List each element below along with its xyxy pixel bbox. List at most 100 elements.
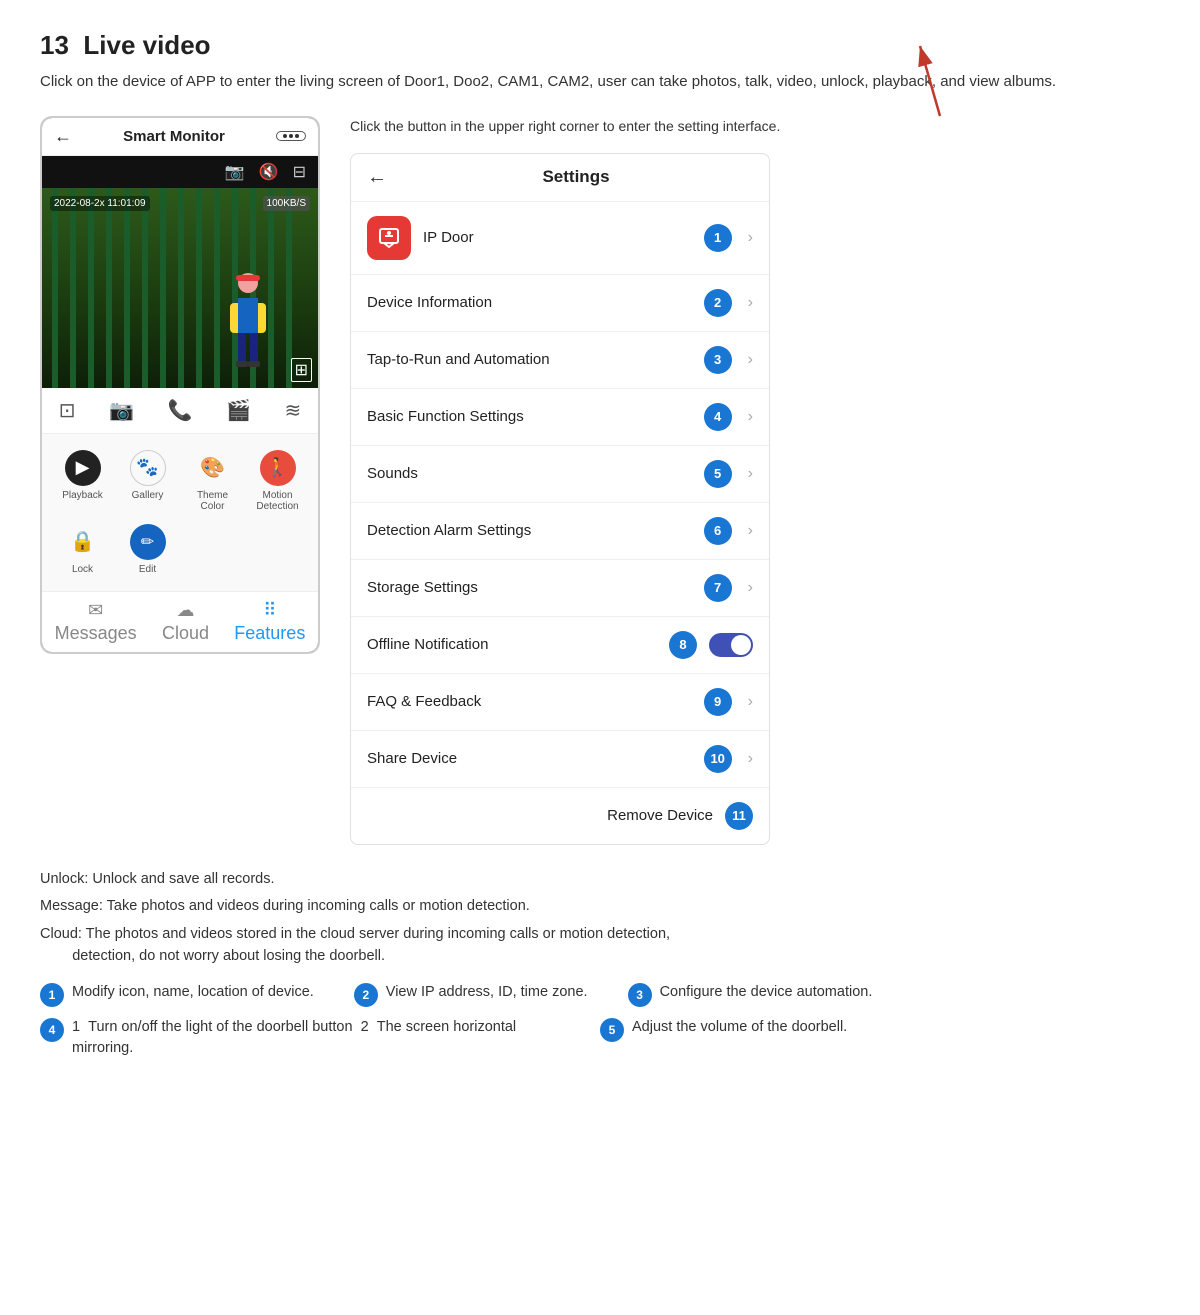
settings-item-device-info[interactable]: Device Information 2 › bbox=[351, 275, 769, 332]
phone-mockup: ← Smart Monitor 📷 🔇 ⊟ bbox=[40, 116, 320, 654]
right-panel: Click the button in the upper right corn… bbox=[350, 116, 1160, 845]
phone-buttons-grid: ▶ Playback 🐾 Gallery 🎨 ThemeColor 🚶 Moti… bbox=[42, 434, 318, 591]
messages-icon: ✉ bbox=[88, 600, 103, 621]
device-info-chevron: › bbox=[748, 294, 753, 312]
photo-icon[interactable]: 📷 bbox=[109, 398, 134, 423]
motion-detection-label: MotionDetection bbox=[256, 490, 298, 512]
note-5: 5 Adjust the volume of the doorbell. bbox=[600, 1017, 1120, 1061]
settings-panel: ← Settings IP Door 1 › D bbox=[350, 153, 770, 845]
note-1-badge: 1 bbox=[40, 983, 64, 1007]
phone-title: Smart Monitor bbox=[123, 128, 225, 145]
settings-item-share-device[interactable]: Share Device 10 › bbox=[351, 731, 769, 788]
theme-color-button[interactable]: 🎨 ThemeColor bbox=[180, 444, 245, 518]
numbered-notes: 1 Modify icon, name, location of device.… bbox=[40, 982, 1160, 1061]
note-4-badge: 4 bbox=[40, 1018, 64, 1042]
detection-alarm-label: Detection Alarm Settings bbox=[367, 522, 692, 539]
note-cloud: Cloud: The photos and videos stored in t… bbox=[40, 924, 1160, 968]
gallery-icon: 🐾 bbox=[130, 450, 166, 486]
note-3-badge: 3 bbox=[628, 983, 652, 1007]
gallery-button[interactable]: 🐾 Gallery bbox=[115, 444, 180, 518]
settings-item-faq[interactable]: FAQ & Feedback 9 › bbox=[351, 674, 769, 731]
camera-icon[interactable]: 📷 bbox=[225, 162, 245, 182]
settings-item-basic-function[interactable]: Basic Function Settings 4 › bbox=[351, 389, 769, 446]
cloud-icon: ☁ bbox=[176, 600, 194, 621]
ip-door-chevron: › bbox=[748, 229, 753, 247]
note-2-badge: 2 bbox=[354, 983, 378, 1007]
faq-chevron: › bbox=[748, 693, 753, 711]
mute-icon[interactable]: 🔇 bbox=[259, 162, 279, 182]
theme-color-icon: 🎨 bbox=[195, 450, 231, 486]
remove-device-badge: 11 bbox=[725, 802, 753, 830]
ip-door-device-icon bbox=[367, 216, 411, 260]
note-1: 1 Modify icon, name, location of device. bbox=[40, 982, 314, 1007]
settings-back-icon[interactable]: ← bbox=[367, 166, 387, 189]
device-info-badge: 2 bbox=[704, 289, 732, 317]
lock-label: Lock bbox=[72, 564, 93, 575]
gallery-label: Gallery bbox=[132, 490, 164, 501]
motion-detection-button[interactable]: 🚶 MotionDetection bbox=[245, 444, 310, 518]
video-speed: 100KB/S bbox=[263, 196, 310, 211]
tap-to-run-label: Tap-to-Run and Automation bbox=[367, 351, 692, 368]
settings-item-tap-to-run[interactable]: Tap-to-Run and Automation 3 › bbox=[351, 332, 769, 389]
sounds-chevron: › bbox=[748, 465, 753, 483]
settings-item-detection-alarm[interactable]: Detection Alarm Settings 6 › bbox=[351, 503, 769, 560]
main-layout: ← Smart Monitor 📷 🔇 ⊟ bbox=[40, 116, 1160, 845]
share-device-label: Share Device bbox=[367, 750, 692, 767]
settings-title: Settings bbox=[399, 167, 753, 187]
screenshot-icon[interactable]: ⊡ bbox=[59, 398, 76, 423]
tap-to-run-badge: 3 bbox=[704, 346, 732, 374]
messages-nav[interactable]: ✉ Messages bbox=[55, 600, 137, 644]
note-3: 3 Configure the device automation. bbox=[628, 982, 1148, 1007]
detection-alarm-chevron: › bbox=[748, 522, 753, 540]
more-icon[interactable]: ≋ bbox=[284, 398, 301, 423]
offline-notification-badge: 8 bbox=[669, 631, 697, 659]
detection-alarm-badge: 6 bbox=[704, 517, 732, 545]
phone-back-icon[interactable]: ← bbox=[54, 126, 72, 147]
offline-notification-toggle[interactable] bbox=[709, 633, 753, 657]
note-4-text: 1 Turn on/off the light of the doorbell … bbox=[72, 1017, 560, 1061]
phone-dots-button[interactable] bbox=[276, 131, 306, 141]
fullscreen-icon[interactable]: ⊞ bbox=[291, 358, 312, 382]
settings-item-sounds[interactable]: Sounds 5 › bbox=[351, 446, 769, 503]
settings-item-offline-notification[interactable]: Offline Notification 8 bbox=[351, 617, 769, 674]
basic-function-chevron: › bbox=[748, 408, 753, 426]
delivery-person bbox=[218, 268, 278, 388]
edit-label: Edit bbox=[139, 564, 156, 575]
messages-label: Messages bbox=[55, 623, 137, 644]
features-label: Features bbox=[234, 623, 305, 644]
faq-label: FAQ & Feedback bbox=[367, 693, 692, 710]
settings-item-ip-door[interactable]: IP Door 1 › bbox=[351, 202, 769, 275]
features-icon: ⠿ bbox=[263, 600, 276, 621]
intro-text: Click on the device of APP to enter the … bbox=[40, 71, 1160, 94]
edit-icon: ✏ bbox=[130, 524, 166, 560]
settings-header: ← Settings bbox=[351, 154, 769, 202]
note-unlock: Unlock: Unlock and save all records. bbox=[40, 869, 1160, 891]
storage-label: Storage Settings bbox=[367, 579, 692, 596]
device-info-label: Device Information bbox=[367, 294, 692, 311]
playback-icon: ▶ bbox=[65, 450, 101, 486]
note-2: 2 View IP address, ID, time zone. bbox=[354, 982, 588, 1007]
edit-button[interactable]: ✏ Edit bbox=[115, 518, 180, 581]
playback-label: Playback bbox=[62, 490, 103, 501]
features-nav[interactable]: ⠿ Features bbox=[234, 600, 305, 644]
note-5-text: Adjust the volume of the doorbell. bbox=[632, 1017, 847, 1039]
playback-button[interactable]: ▶ Playback bbox=[50, 444, 115, 518]
lock-button[interactable]: 🔒 Lock bbox=[50, 518, 115, 581]
bottom-notes: Unlock: Unlock and save all records. Mes… bbox=[40, 869, 1160, 1061]
ip-door-badge: 1 bbox=[704, 224, 732, 252]
lock-icon: 🔒 bbox=[65, 524, 101, 560]
talk-icon[interactable]: 📞 bbox=[168, 398, 193, 423]
share-device-badge: 10 bbox=[704, 745, 732, 773]
storage-chevron: › bbox=[748, 579, 753, 597]
expand-icon[interactable]: ⊟ bbox=[293, 162, 306, 182]
video-icon[interactable]: 🎬 bbox=[226, 398, 251, 423]
tap-to-run-chevron: › bbox=[748, 351, 753, 369]
cloud-nav[interactable]: ☁ Cloud bbox=[162, 600, 209, 644]
remove-device-row[interactable]: Remove Device 11 bbox=[351, 788, 769, 844]
settings-item-storage[interactable]: Storage Settings 7 › bbox=[351, 560, 769, 617]
motion-detection-icon: 🚶 bbox=[260, 450, 296, 486]
remove-device-label: Remove Device bbox=[607, 807, 713, 824]
note-message: Message: Take photos and videos during i… bbox=[40, 896, 1160, 918]
cloud-label: Cloud bbox=[162, 623, 209, 644]
theme-color-label: ThemeColor bbox=[197, 490, 228, 512]
